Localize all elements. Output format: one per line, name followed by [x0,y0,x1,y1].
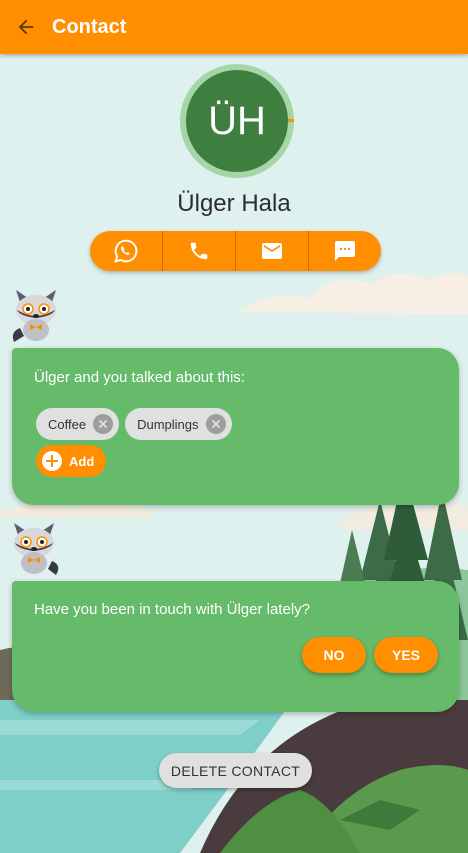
close-icon [211,419,220,429]
add-topic-button[interactable]: Add [36,445,107,477]
raccoon-mascot-icon [14,523,59,575]
email-button[interactable] [235,231,308,271]
back-button[interactable] [0,0,52,54]
contact-name: Ülger Hala [177,190,291,217]
in-touch-card: Have you been in touch with Ülger lately… [12,581,459,712]
app-bar: Contact [0,0,468,54]
arrow-left-icon [18,19,34,35]
raccoon-mascot-icon [12,290,56,342]
no-button[interactable]: NO [302,637,366,673]
topic-chip[interactable]: Dumplings [125,408,232,440]
contact-action-bar [90,231,381,271]
add-topic-label: Add [69,453,95,469]
topic-chips: Coffee Dumplings [36,408,232,440]
yes-button[interactable]: YES [374,637,438,673]
avatar-ring: ÜH [180,64,294,178]
whatsapp-button[interactable] [90,231,162,271]
delete-contact-button[interactable]: DELETE CONTACT [159,753,312,788]
sms-icon [335,241,355,261]
remove-chip-button[interactable] [205,414,226,434]
page-title: Contact [52,15,127,38]
avatar: ÜH [186,70,288,172]
close-icon [98,419,108,429]
remove-chip-button[interactable] [93,414,114,434]
call-button[interactable] [162,231,235,271]
topic-chip[interactable]: Coffee [36,408,120,440]
topic-chip-label: Coffee [48,416,87,432]
sms-button[interactable] [308,231,381,271]
mail-icon [262,243,282,259]
phone-icon [190,242,208,260]
plus-icon [42,451,62,471]
whatsapp-icon [114,239,138,263]
in-touch-question: Have you been in touch with Ülger lately… [34,601,310,618]
topic-chip-label: Dumplings [137,416,199,432]
avatar-progress-indicator [288,119,294,122]
topics-card: Ülger and you talked about this: Coffee … [12,348,459,505]
topics-card-text: Ülger and you talked about this: [34,369,245,386]
